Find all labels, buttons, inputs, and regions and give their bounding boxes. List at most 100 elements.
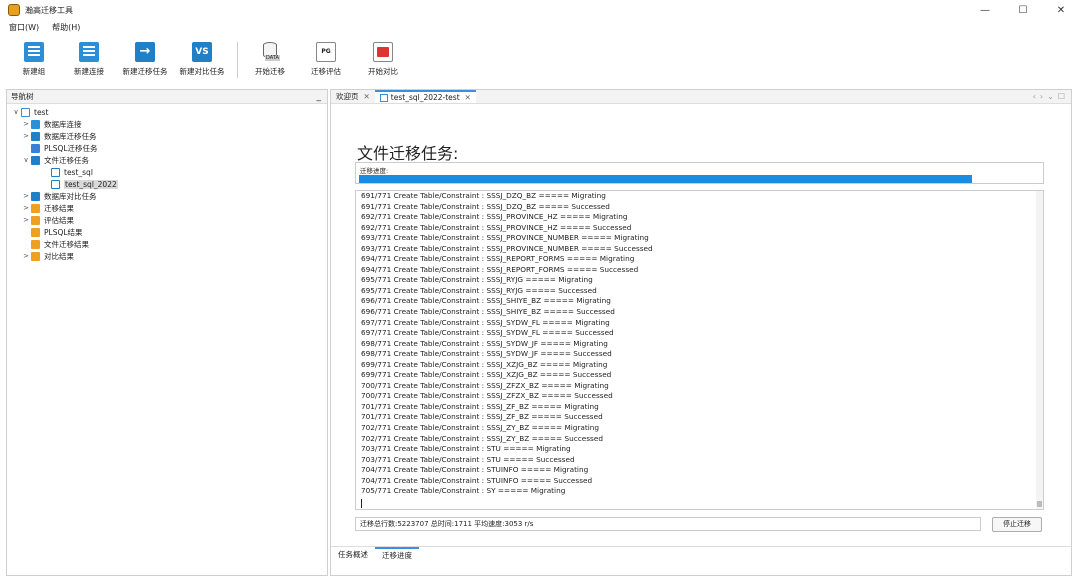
log-line: 696/771 Create Table/Constraint : SSSJ_S… bbox=[361, 296, 611, 306]
log-line: 703/771 Create Table/Constraint : STU ==… bbox=[361, 454, 575, 464]
log-line: 694/771 Create Table/Constraint : SSSJ_R… bbox=[361, 264, 639, 274]
tree-item[interactable]: 文件迁移结果 bbox=[7, 238, 327, 250]
tree-item-label: PLSQL结果 bbox=[44, 227, 83, 237]
log-scrollbar[interactable] bbox=[1036, 191, 1043, 509]
tree-item[interactable]: > 数据库连接 bbox=[7, 118, 327, 130]
sql-file-icon bbox=[379, 93, 388, 102]
status-field: 迁移总行数:5223707 总时间:1711 平均速度:3053 r/s bbox=[355, 517, 981, 531]
tree-item[interactable]: > 数据库迁移任务 bbox=[7, 130, 327, 142]
tree-item-label: 文件迁移结果 bbox=[44, 239, 89, 249]
maximize-editor-icon[interactable]: ☐ bbox=[1058, 92, 1065, 101]
tab-task-overview[interactable]: 任务概述 bbox=[331, 547, 375, 563]
tab-prev-icon[interactable]: ‹ bbox=[1033, 92, 1036, 101]
expand-arrow-icon[interactable]: > bbox=[21, 120, 31, 128]
log-line: 703/771 Create Table/Constraint : STU ==… bbox=[361, 444, 571, 454]
log-line: 692/771 Create Table/Constraint : SSSJ_P… bbox=[361, 222, 632, 232]
close-tab-icon[interactable]: ✕ bbox=[364, 92, 370, 101]
menu-bar: 窗口(W) 帮助(H) bbox=[0, 20, 1080, 34]
log-line: 701/771 Create Table/Constraint : SSSJ_Z… bbox=[361, 401, 599, 411]
new-group-button[interactable]: 新建组 bbox=[4, 40, 64, 77]
start-migration-label: 开始迁移 bbox=[255, 67, 285, 76]
expand-arrow-icon[interactable]: > bbox=[21, 216, 31, 224]
tab-controls: ‹ › ⌄ ☐ bbox=[1029, 90, 1071, 103]
tree-item[interactable]: PLSQL结果 bbox=[7, 226, 327, 238]
new-connection-icon bbox=[79, 42, 99, 62]
minimize-button[interactable]: — bbox=[966, 0, 1004, 20]
log-line: 704/771 Create Table/Constraint : STUINF… bbox=[361, 465, 589, 475]
tab-migration-progress[interactable]: 迁移进度 bbox=[375, 546, 419, 563]
menu-help[interactable]: 帮助(H) bbox=[52, 22, 80, 33]
log-lines: 691/771 Create Table/Constraint : SSSJ_D… bbox=[361, 191, 1035, 497]
tree-item-label: test bbox=[34, 107, 49, 117]
log-line: 691/771 Create Table/Constraint : SSSJ_D… bbox=[361, 201, 610, 211]
expand-arrow-icon[interactable]: > bbox=[21, 132, 31, 140]
orange-node-icon bbox=[31, 203, 40, 213]
log-line: 702/771 Create Table/Constraint : SSSJ_Z… bbox=[361, 423, 600, 433]
tab-welcome-label: 欢迎页 bbox=[336, 92, 359, 101]
expand-arrow-icon[interactable]: > bbox=[21, 192, 31, 200]
tree-item[interactable]: test_sql_2022 bbox=[7, 178, 327, 190]
orange-node-icon bbox=[31, 227, 40, 237]
title-bar: 瀚高迁移工具 — ☐ ✕ bbox=[0, 0, 1080, 20]
tab-menu-icon[interactable]: ⌄ bbox=[1047, 92, 1054, 101]
new-group-icon bbox=[24, 42, 44, 62]
close-tab-icon[interactable]: ✕ bbox=[465, 93, 471, 102]
tree-item[interactable]: ∨ test bbox=[7, 106, 327, 118]
scroll-thumb[interactable] bbox=[1037, 501, 1042, 507]
maximize-button[interactable]: ☐ bbox=[1004, 0, 1042, 20]
log-line: 705/771 Create Table/Constraint : SY ===… bbox=[361, 486, 566, 496]
tab-test-sql-2022[interactable]: test_sql_2022-test ✕ bbox=[374, 90, 476, 103]
progress-bar bbox=[359, 175, 1040, 183]
log-line: 702/771 Create Table/Constraint : SSSJ_Z… bbox=[361, 433, 603, 443]
collapse-arrow-icon[interactable]: ∨ bbox=[21, 156, 31, 164]
log-line: 700/771 Create Table/Constraint : SSSJ_Z… bbox=[361, 391, 613, 401]
editor-panel: 欢迎页 ✕ test_sql_2022-test ✕ ‹ › ⌄ ☐ 文件迁移任… bbox=[330, 89, 1072, 576]
tab-welcome[interactable]: 欢迎页 ✕ bbox=[331, 90, 375, 103]
orange-node-icon bbox=[31, 251, 40, 261]
migration-log[interactable]: 691/771 Create Table/Constraint : SSSJ_D… bbox=[355, 190, 1044, 510]
migration-evaluation-button[interactable]: PG 迁移评估 bbox=[296, 40, 356, 77]
page-title: 文件迁移任务: bbox=[357, 144, 459, 163]
tree-item-label: 评估结果 bbox=[44, 215, 74, 225]
log-line: 696/771 Create Table/Constraint : SSSJ_S… bbox=[361, 307, 615, 317]
log-line: 695/771 Create Table/Constraint : SSSJ_R… bbox=[361, 285, 597, 295]
new-compare-task-button[interactable]: VS 新建对比任务 bbox=[172, 40, 232, 77]
navigation-tree: ∨ test > 数据库连接 > 数据库迁移任务 PLSQL迁移任务 ∨ 文件迁移任务 test_… bbox=[7, 104, 327, 262]
app-logo-icon bbox=[8, 4, 20, 16]
start-migration-button[interactable]: DATA 开始迁移 bbox=[240, 40, 300, 77]
collapse-arrow-icon[interactable]: ∨ bbox=[11, 108, 21, 116]
expand-arrow-icon[interactable]: > bbox=[21, 204, 31, 212]
log-line: 699/771 Create Table/Constraint : SSSJ_X… bbox=[361, 359, 608, 369]
doc-node-icon bbox=[31, 119, 40, 129]
tree-item[interactable]: > 迁移结果 bbox=[7, 202, 327, 214]
log-line: 694/771 Create Table/Constraint : SSSJ_R… bbox=[361, 254, 635, 264]
log-line: 693/771 Create Table/Constraint : SSSJ_P… bbox=[361, 233, 649, 243]
new-migration-task-label: 新建迁移任务 bbox=[122, 67, 168, 76]
tree-item[interactable]: ∨ 文件迁移任务 bbox=[7, 154, 327, 166]
start-compare-label: 开始对比 bbox=[368, 67, 398, 76]
tree-item[interactable]: > 数据库对比任务 bbox=[7, 190, 327, 202]
arrow-node-icon bbox=[31, 131, 40, 141]
log-line: 697/771 Create Table/Constraint : SSSJ_S… bbox=[361, 328, 614, 338]
log-line: 701/771 Create Table/Constraint : SSSJ_Z… bbox=[361, 412, 603, 422]
new-compare-task-icon: VS bbox=[192, 42, 212, 62]
window-title: 瀚高迁移工具 bbox=[25, 5, 73, 15]
plsql-node-icon bbox=[31, 143, 40, 153]
pg-tag: PG bbox=[321, 48, 331, 55]
tab-next-icon[interactable]: › bbox=[1040, 92, 1043, 101]
close-button[interactable]: ✕ bbox=[1042, 0, 1080, 20]
bottom-tab-bar: 任务概述 迁移进度 bbox=[331, 546, 1071, 562]
start-compare-button[interactable]: 开始对比 bbox=[353, 40, 413, 77]
expand-arrow-icon[interactable]: > bbox=[21, 252, 31, 260]
tree-item[interactable]: PLSQL迁移任务 bbox=[7, 142, 327, 154]
stop-migration-button[interactable]: 停止迁移 bbox=[992, 517, 1042, 532]
tree-item[interactable]: > 评估结果 bbox=[7, 214, 327, 226]
data-tag: DATA bbox=[265, 55, 280, 61]
menu-window[interactable]: 窗口(W) bbox=[9, 22, 39, 33]
new-connection-button[interactable]: 新建连接 bbox=[59, 40, 119, 77]
log-line: 698/771 Create Table/Constraint : SSSJ_S… bbox=[361, 338, 608, 348]
tree-item[interactable]: > 对比结果 bbox=[7, 250, 327, 262]
new-migration-task-button[interactable]: → 新建迁移任务 bbox=[115, 40, 175, 77]
minimize-panel-button[interactable]: _ bbox=[317, 92, 322, 102]
tree-item[interactable]: test_sql bbox=[7, 166, 327, 178]
